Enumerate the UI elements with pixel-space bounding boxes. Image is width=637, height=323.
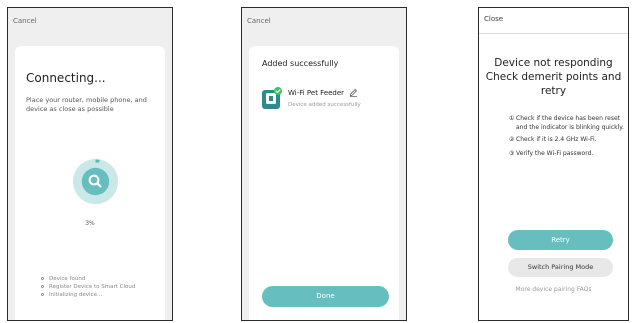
step-item: Device found	[41, 275, 135, 283]
top-bar: Cancel	[8, 8, 172, 34]
step-item: Register Device to Smart Cloud	[41, 283, 135, 291]
tip-item: ① Check if the device has been reset and…	[509, 115, 624, 131]
troubleshooting-tips: ① Check if the device has been reset and…	[509, 114, 625, 163]
tip-item: ③ Verify the Wi-Fi password.	[509, 150, 594, 157]
switch-pairing-mode-button[interactable]: Switch Pairing Mode	[508, 258, 613, 277]
retry-button[interactable]: Retry	[508, 230, 613, 250]
added-card: Added successfully Wi-Fi Pet Feeder Devi…	[249, 46, 399, 320]
step-dot-icon	[41, 276, 44, 280]
tip-item: ② Check if it is 2.4 GHz Wi-Fi.	[509, 136, 597, 143]
device-name: Wi-Fi Pet Feeder	[288, 89, 345, 97]
connection-steps: Device found Register Device to Smart Cl…	[41, 275, 135, 299]
added-screen: Cancel Added successfully Wi-Fi Pet Feed…	[241, 7, 407, 321]
done-button[interactable]: Done	[262, 286, 389, 307]
progress-ring-inner	[81, 167, 110, 196]
step-dot-icon	[41, 284, 44, 288]
cancel-button[interactable]: Cancel	[13, 17, 37, 25]
page-title: Added successfully	[262, 59, 339, 68]
page-title: Connecting...	[26, 71, 106, 85]
connecting-card: Connecting... Place your router, mobile …	[15, 46, 165, 320]
error-screen: Close Device not responding Check demeri…	[478, 7, 629, 321]
progress-percent: 3%	[85, 220, 95, 227]
connecting-screen: Cancel Connecting... Place your router, …	[7, 7, 173, 321]
step-dot-icon	[41, 292, 44, 296]
edit-icon[interactable]	[349, 88, 358, 97]
step-item: Initializing device...	[41, 291, 135, 299]
cancel-button[interactable]: Cancel	[247, 17, 271, 25]
pet-feeder-icon	[262, 87, 282, 109]
progress-ring	[72, 158, 119, 205]
check-badge-icon	[274, 87, 282, 95]
error-title: Device not responding Check demerit poin…	[485, 57, 622, 97]
top-bar: Close	[479, 8, 628, 34]
close-button[interactable]: Close	[484, 15, 503, 23]
top-bar: Cancel	[242, 8, 406, 34]
pairing-faq-link[interactable]: More device pairing FAQs	[479, 286, 628, 293]
device-status: Device added successfully	[288, 102, 361, 108]
connecting-description: Place your router, mobile phone, and dev…	[26, 96, 147, 113]
